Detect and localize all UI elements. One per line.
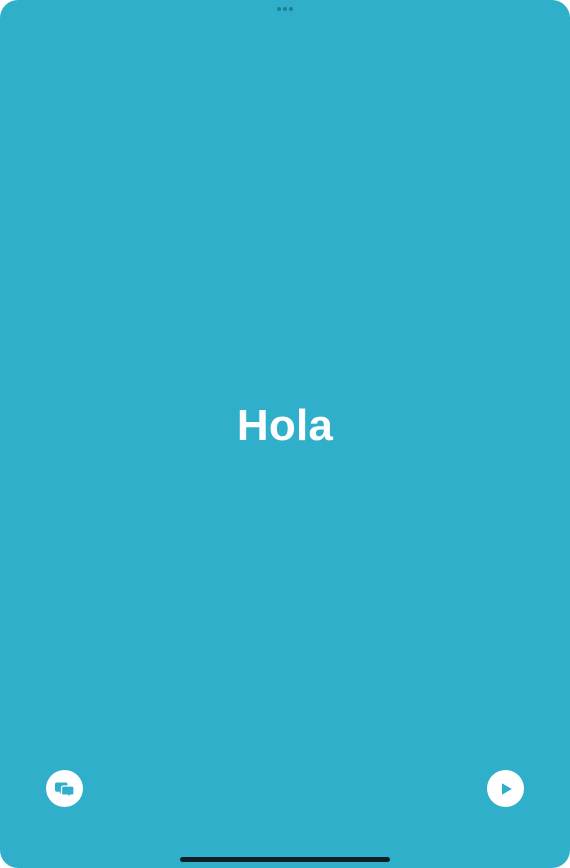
dot <box>289 7 293 11</box>
play-icon <box>497 780 515 798</box>
dot <box>277 7 281 11</box>
dot <box>283 7 287 11</box>
more-options-handle[interactable] <box>275 6 295 12</box>
flashcard-screen: Hola <box>0 0 570 868</box>
speech-bubbles-icon <box>54 778 76 800</box>
home-indicator <box>180 857 390 862</box>
phrase-text: Hola <box>236 401 334 450</box>
conversation-button[interactable] <box>46 770 83 807</box>
play-button[interactable] <box>487 770 524 807</box>
